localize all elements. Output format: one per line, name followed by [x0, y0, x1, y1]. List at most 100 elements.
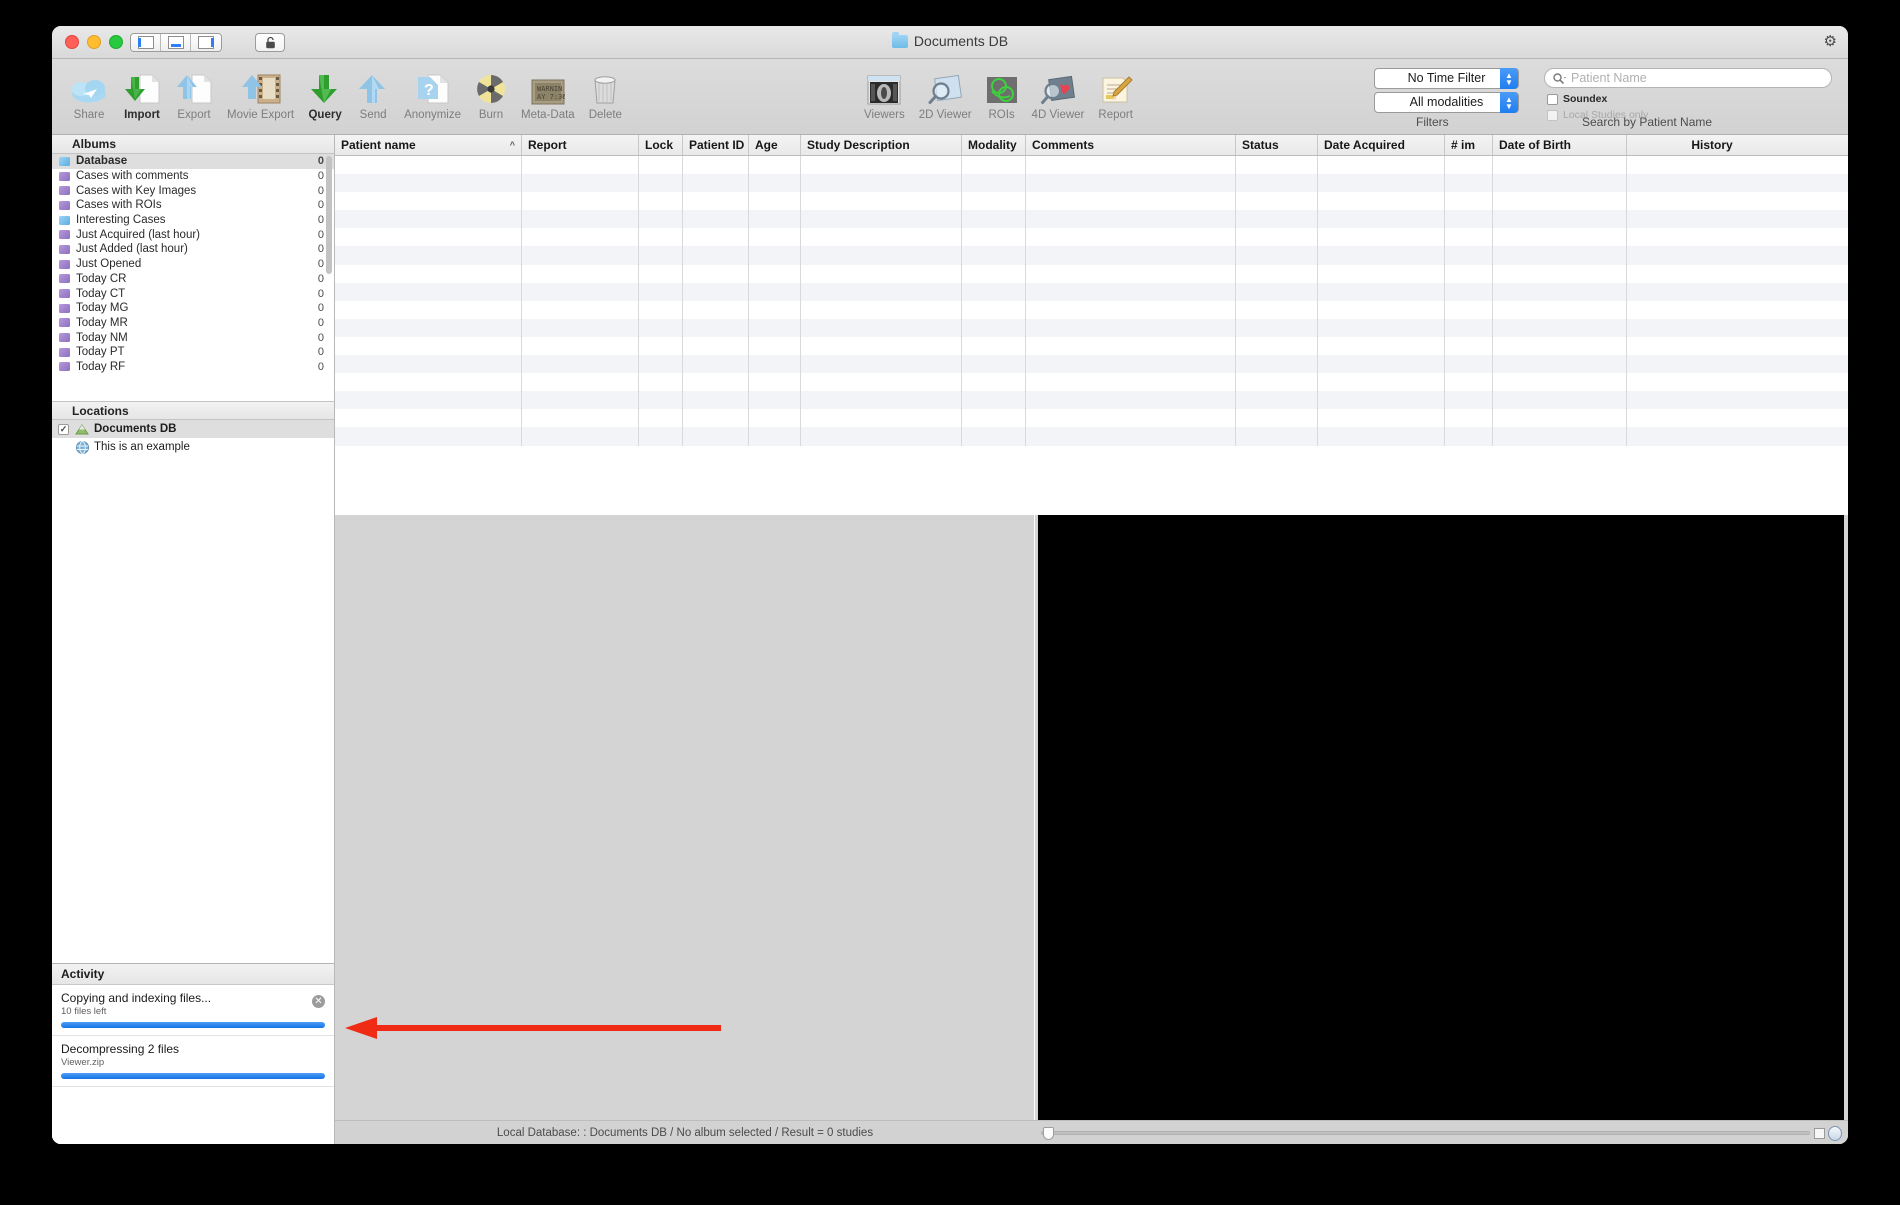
minimize-button[interactable] — [87, 35, 101, 49]
column-header-patient-id[interactable]: Patient ID — [683, 135, 749, 155]
bottom-panel-toggle-icon[interactable] — [161, 34, 191, 51]
albums-list[interactable]: Database 0 Cases with comments 0 Cases w… — [52, 154, 334, 401]
right-panel-toggle-icon[interactable] — [191, 34, 221, 51]
time-filter-select[interactable]: No Time Filter ▲▼ — [1374, 68, 1519, 89]
soundex-checkbox-row[interactable]: Soundex — [1547, 93, 1607, 105]
lock-button[interactable] — [255, 33, 285, 52]
column-header-lock[interactable]: Lock — [639, 135, 683, 155]
chevron-updown-icon[interactable]: ▲▼ — [1500, 92, 1518, 113]
zoom-button[interactable] — [109, 35, 123, 49]
albums-scrollbar[interactable] — [326, 156, 332, 274]
slider-knob[interactable] — [1043, 1127, 1054, 1140]
sidebar-item-just-added[interactable]: Just Added (last hour) 0 — [52, 242, 334, 257]
sidebar-item-today-mr[interactable]: Today MR 0 — [52, 316, 334, 331]
table-row[interactable] — [335, 391, 1848, 409]
toolbar-button-anonymize[interactable]: ? Anonymize — [397, 63, 468, 121]
sidebar-item-just-acquired[interactable]: Just Acquired (last hour) 0 — [52, 227, 334, 242]
table-row[interactable] — [335, 409, 1848, 427]
sidebar-item-documents-db[interactable]: ✓ Documents DB — [52, 420, 334, 438]
toolbar-button-send[interactable]: Send — [349, 63, 397, 121]
table-row[interactable] — [335, 355, 1848, 373]
album-label: Today MG — [76, 302, 312, 314]
toolbar-button-2d-viewer[interactable]: 2D Viewer — [912, 63, 979, 121]
table-row[interactable] — [335, 192, 1848, 210]
viewers-window-icon — [867, 63, 901, 105]
table-row[interactable] — [335, 283, 1848, 301]
column-header-modality[interactable]: Modality — [962, 135, 1026, 155]
table-body[interactable] — [335, 156, 1848, 515]
sidebar-item-interesting-cases[interactable]: Interesting Cases 0 — [52, 213, 334, 228]
column-header-date-of-birth[interactable]: Date of Birth — [1493, 135, 1627, 155]
column-header-report[interactable]: Report — [522, 135, 639, 155]
table-row[interactable] — [335, 210, 1848, 228]
table-row[interactable] — [335, 337, 1848, 355]
layout-square-button[interactable] — [1814, 1128, 1825, 1139]
left-panel-toggle-icon[interactable] — [131, 34, 161, 51]
toolbar-button-viewers[interactable]: Viewers — [857, 63, 912, 121]
toolbar-button-meta-data[interactable]: WARNINAY 7:36 Meta-Data — [514, 63, 582, 121]
close-button[interactable] — [65, 35, 79, 49]
column-label: Study Description — [807, 138, 910, 152]
toolbar-button-burn[interactable]: Burn — [468, 63, 514, 121]
search-placeholder: Patient Name — [1571, 71, 1647, 85]
column-header-patient-name[interactable]: Patient name ^ — [335, 135, 522, 155]
toolbar-label-anonymize: Anonymize — [404, 109, 461, 121]
sidebar-item-cases-with-comments[interactable]: Cases with comments 0 — [52, 169, 334, 184]
toolbar-button-delete[interactable]: Delete — [582, 63, 629, 121]
album-count: 0 — [312, 346, 334, 358]
location-checkbox[interactable] — [58, 442, 69, 453]
table-row[interactable] — [335, 301, 1848, 319]
column-header-comments[interactable]: Comments — [1026, 135, 1236, 155]
column-header-status[interactable]: Status — [1236, 135, 1318, 155]
soundex-checkbox[interactable] — [1547, 94, 1558, 105]
chevron-updown-icon[interactable]: ▲▼ — [1500, 68, 1518, 89]
table-row[interactable] — [335, 246, 1848, 264]
sidebar-item-this-is-an-example[interactable]: This is an example — [52, 438, 334, 456]
toolbar-button-rois[interactable]: ROIs — [979, 63, 1025, 121]
toolbar-button-import[interactable]: Import — [116, 63, 168, 121]
sidebar-item-cases-with-rois[interactable]: Cases with ROIs 0 — [52, 198, 334, 213]
toolbar-button-4d-viewer[interactable]: 4D Viewer — [1025, 63, 1092, 121]
image-viewer-pane[interactable] — [1038, 515, 1844, 1120]
sidebar-item-today-rf[interactable]: Today RF 0 — [52, 360, 334, 375]
toolbar-button-query[interactable]: Query — [301, 63, 349, 121]
sidebar-item-today-cr[interactable]: Today CR 0 — [52, 272, 334, 287]
layout-oval-button[interactable] — [1828, 1126, 1842, 1141]
sidebar-item-database[interactable]: Database 0 — [52, 154, 334, 169]
column-header-study-description[interactable]: Study Description — [801, 135, 962, 155]
sidebar-item-today-pt[interactable]: Today PT 0 — [52, 345, 334, 360]
purple-album-icon — [59, 348, 70, 357]
toolbar-button-share[interactable]: Share — [62, 63, 116, 121]
album-label: Database — [76, 155, 312, 167]
patient-name-search-field[interactable]: Patient Name — [1544, 68, 1832, 88]
table-row[interactable] — [335, 156, 1848, 174]
title-bar: Documents DB ⚙ — [52, 26, 1848, 59]
column-header-age[interactable]: Age — [749, 135, 801, 155]
table-row[interactable] — [335, 319, 1848, 337]
table-row[interactable] — [335, 265, 1848, 283]
table-row[interactable] — [335, 427, 1848, 445]
column-header-date-acquired[interactable]: Date Acquired — [1318, 135, 1445, 155]
toolbar-button-report[interactable]: Report — [1091, 63, 1140, 121]
modality-filter-select[interactable]: All modalities ▲▼ — [1374, 92, 1519, 113]
thumbnail-size-slider[interactable] — [1041, 1131, 1810, 1135]
column-header-history[interactable]: History — [1627, 135, 1797, 155]
column-header-num-images[interactable]: # im — [1445, 135, 1493, 155]
table-row[interactable] — [335, 373, 1848, 391]
sidebar-item-today-mg[interactable]: Today MG 0 — [52, 301, 334, 316]
sidebar-item-cases-with-key-images[interactable]: Cases with Key Images 0 — [52, 183, 334, 198]
sidebar-item-just-opened[interactable]: Just Opened 0 — [52, 257, 334, 272]
toolbar-button-export[interactable]: Export — [168, 63, 220, 121]
location-checkbox[interactable]: ✓ — [58, 424, 69, 435]
table-row[interactable] — [335, 174, 1848, 192]
toolbar-button-movie-export[interactable]: Movie Export — [220, 63, 301, 121]
cancel-task-icon[interactable]: ✕ — [312, 995, 325, 1008]
panel-toggle-segmented-control[interactable] — [130, 33, 222, 52]
album-label: Just Opened — [76, 258, 312, 270]
table-row[interactable] — [335, 228, 1848, 246]
sidebar-item-today-nm[interactable]: Today NM 0 — [52, 330, 334, 345]
album-count: 0 — [312, 317, 334, 329]
gear-icon[interactable]: ⚙ — [1824, 34, 1837, 49]
sidebar-item-today-ct[interactable]: Today CT 0 — [52, 286, 334, 301]
toolbar-label-export: Export — [177, 109, 210, 121]
